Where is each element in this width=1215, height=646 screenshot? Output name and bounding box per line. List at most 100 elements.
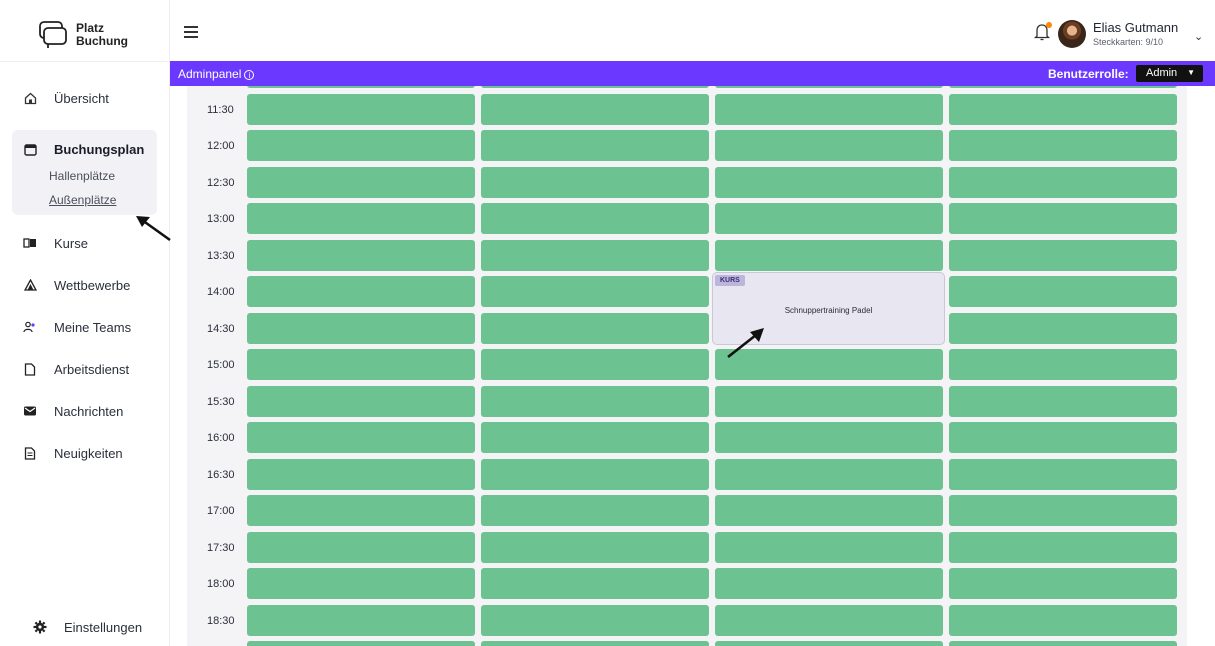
free-slot[interactable] (247, 641, 475, 646)
free-slot[interactable] (481, 531, 709, 563)
free-slot[interactable] (247, 604, 475, 636)
free-slot[interactable] (949, 166, 1177, 198)
news-icon (22, 445, 38, 461)
sidebar-item-label: Arbeitsdienst (54, 361, 130, 377)
user-name[interactable]: Elias Gutmann (1093, 20, 1178, 35)
free-slot[interactable] (247, 531, 475, 563)
free-slot[interactable] (949, 86, 1177, 88)
free-slot[interactable] (715, 641, 943, 646)
free-slot[interactable] (715, 130, 943, 161)
free-slot[interactable] (481, 385, 709, 417)
free-slot[interactable] (481, 276, 709, 307)
info-icon[interactable]: i (244, 70, 255, 80)
free-slot[interactable] (949, 385, 1177, 417)
free-slot[interactable] (247, 385, 475, 417)
sidebar-item-einstellungen[interactable]: Einstellungen (32, 617, 142, 637)
free-slot[interactable] (949, 641, 1177, 646)
free-slot[interactable] (949, 604, 1177, 636)
free-slot[interactable] (715, 93, 943, 125)
free-slot[interactable] (715, 385, 943, 417)
free-slot[interactable] (247, 166, 475, 198)
chevron-down-icon[interactable]: ⌄ (1194, 30, 1203, 43)
free-slot[interactable] (481, 203, 709, 234)
free-slot[interactable] (715, 86, 943, 88)
time-label: 11:30 (207, 103, 234, 116)
free-slot[interactable] (247, 276, 475, 307)
menu-icon[interactable] (184, 26, 198, 38)
free-slot[interactable] (481, 641, 709, 646)
sidebar-item-nachrichten[interactable]: Nachrichten (22, 401, 156, 421)
sidebar-subitem-hallenplaetze[interactable]: Hallenplätze (22, 169, 147, 183)
free-slot[interactable] (481, 86, 709, 88)
free-slot[interactable] (715, 422, 943, 453)
time-label: 15:00 (207, 359, 235, 371)
sidebar-item-buchungsplan[interactable]: Buchungsplan (22, 139, 147, 159)
sidebar-item-label: Wettbewerbe (54, 277, 131, 293)
free-slot[interactable] (247, 422, 475, 453)
sidebar-item-neuigkeiten[interactable]: Neuigkeiten (22, 443, 156, 463)
sidebar-item-wettbewerbe[interactable]: Wettbewerbe (22, 275, 156, 295)
free-slot[interactable] (481, 93, 709, 125)
free-slot[interactable] (481, 568, 709, 599)
free-slot[interactable] (247, 458, 475, 490)
free-slot[interactable] (715, 568, 943, 599)
free-slot[interactable] (949, 312, 1177, 344)
time-label: 12:00 (207, 140, 235, 152)
free-slot[interactable] (715, 495, 943, 526)
time-label: 15:30 (207, 395, 235, 408)
sidebar-item-label: Übersicht (54, 90, 109, 106)
role-select[interactable]: Admin ▼ (1136, 65, 1203, 82)
free-slot[interactable] (481, 239, 709, 271)
free-slot[interactable] (949, 531, 1177, 563)
avatar[interactable] (1058, 20, 1086, 48)
free-slot[interactable] (247, 86, 475, 88)
free-slot[interactable] (949, 422, 1177, 453)
free-slot[interactable] (715, 166, 943, 198)
free-slot[interactable] (481, 422, 709, 453)
free-slot[interactable] (949, 130, 1177, 161)
free-slot[interactable] (949, 276, 1177, 307)
free-slot[interactable] (247, 93, 475, 125)
free-slot[interactable] (949, 93, 1177, 125)
free-slot[interactable] (949, 568, 1177, 599)
free-slot[interactable] (715, 531, 943, 563)
sidebar-item-meine-teams[interactable]: Meine Teams (22, 317, 156, 337)
free-slot[interactable] (715, 239, 943, 271)
free-slot[interactable] (949, 349, 1177, 380)
free-slot[interactable] (481, 604, 709, 636)
logo[interactable]: Platz Buchung (38, 20, 128, 50)
sidebar-item-label: Kurse (54, 235, 88, 251)
sidebar-subitem-aussenplaetze[interactable]: Außenplätze (22, 193, 147, 207)
adminpanel-label[interactable]: Adminpanel i (178, 67, 255, 81)
free-slot[interactable] (715, 203, 943, 234)
annotation-arrow-icon (136, 216, 171, 242)
sidebar-item-arbeitsdienst[interactable]: Arbeitsdienst (22, 359, 156, 379)
free-slot[interactable] (247, 239, 475, 271)
sidebar-item-uebersicht[interactable]: Übersicht (22, 88, 156, 108)
free-slot[interactable] (247, 312, 475, 344)
free-slot[interactable] (247, 495, 475, 526)
logo-text: Platz Buchung (76, 22, 128, 48)
free-slot[interactable] (481, 312, 709, 344)
free-slot[interactable] (949, 458, 1177, 490)
sidebar-item-label: Neuigkeiten (54, 445, 123, 461)
free-slot[interactable] (247, 349, 475, 380)
sidebar-item-label: Buchungsplan (54, 141, 145, 157)
warning-triangle-icon (22, 277, 38, 293)
free-slot[interactable] (949, 495, 1177, 526)
free-slot[interactable] (481, 166, 709, 198)
caret-down-icon: ▼ (1187, 68, 1195, 77)
logo-icon (39, 21, 67, 48)
free-slot[interactable] (247, 130, 475, 161)
time-label: 17:00 (207, 505, 235, 517)
free-slot[interactable] (715, 604, 943, 636)
free-slot[interactable] (481, 349, 709, 380)
free-slot[interactable] (715, 458, 943, 490)
free-slot[interactable] (247, 203, 475, 234)
free-slot[interactable] (247, 568, 475, 599)
free-slot[interactable] (949, 203, 1177, 234)
free-slot[interactable] (481, 495, 709, 526)
free-slot[interactable] (949, 239, 1177, 271)
free-slot[interactable] (481, 130, 709, 161)
free-slot[interactable] (481, 458, 709, 490)
